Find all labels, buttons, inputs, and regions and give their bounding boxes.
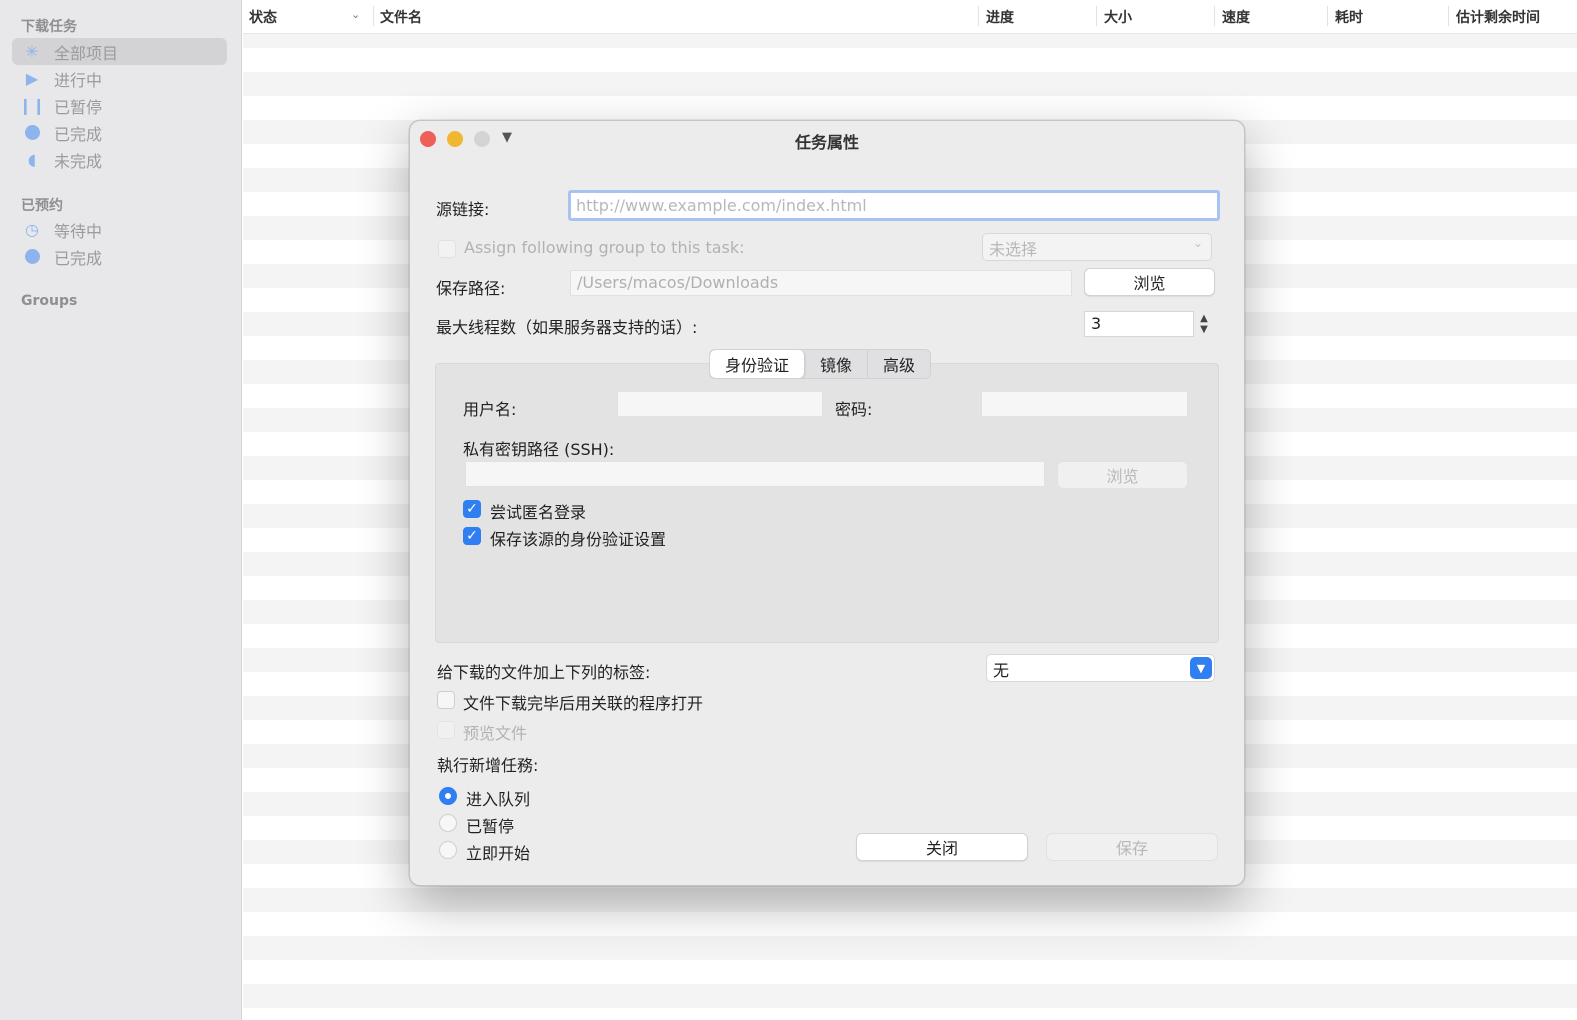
radio-queue[interactable] (439, 787, 457, 805)
column-elapsed[interactable]: 耗时 (1335, 7, 1363, 27)
play-icon: ▶ (25, 69, 39, 88)
column-progress[interactable]: 进度 (986, 7, 1014, 27)
sidebar-item-label: 已暂停 (54, 97, 103, 117)
radio-paused[interactable] (439, 814, 457, 832)
save-auth-label: 保存该源的身份验证设置 (490, 530, 667, 549)
column-speed[interactable]: 速度 (1222, 7, 1250, 27)
sidebar-item-label: 未完成 (54, 151, 103, 171)
tab-advanced[interactable]: 高级 (868, 350, 930, 378)
radio-start-now[interactable] (439, 841, 457, 859)
close-button[interactable]: 关闭 (856, 833, 1028, 861)
exec-new-label: 執行新增任務: (437, 756, 539, 775)
pause-icon: ❙❙ (18, 96, 46, 115)
browse-button[interactable]: 浏览 (1084, 268, 1215, 296)
save-auth-checkbox[interactable]: ✓ (463, 527, 481, 545)
sidebar-item-label: 进行中 (54, 70, 103, 90)
column-header: 状态 ⌄ 文件名 进度 大小 速度 耗时 估计剩余时间 (243, 0, 1577, 34)
sidebar-item-all[interactable]: ✳ 全部项目 (12, 38, 227, 65)
ssh-key-input[interactable] (465, 461, 1045, 487)
radio-paused-label: 已暂停 (466, 817, 515, 836)
dialog-title: 任务属性 (794, 133, 859, 152)
column-size[interactable]: 大小 (1104, 7, 1132, 27)
column-filename[interactable]: 文件名 (380, 7, 422, 27)
sidebar-item-label: 全部项目 (54, 43, 119, 63)
save-path-field[interactable]: /Users/macos/Downloads (570, 270, 1072, 296)
radio-start-now-label: 立即开始 (466, 844, 531, 863)
max-threads-stepper[interactable]: ▲ ▼ (1196, 311, 1212, 337)
source-link-label: 源链接: (436, 200, 490, 219)
ssh-browse-button[interactable]: 浏览 (1057, 461, 1188, 489)
moon-icon: ◖ (27, 150, 37, 169)
tag-select[interactable]: 无 ▼ (986, 654, 1215, 682)
column-divider (978, 6, 979, 26)
dialog-titlebar[interactable]: ▼ 任务属性 (410, 121, 1244, 157)
clock-icon: ◷ (25, 220, 39, 239)
sidebar-item-waiting[interactable]: ◷ 等待中 (12, 216, 227, 243)
column-remaining[interactable]: 估计剩余时间 (1456, 7, 1540, 27)
tag-label: 给下载的文件加上下列的标签: (437, 663, 651, 682)
column-status[interactable]: 状态 (249, 7, 277, 27)
column-divider (1448, 6, 1449, 26)
column-divider (1096, 6, 1097, 26)
max-threads-input[interactable]: 3 (1084, 311, 1194, 337)
sidebar-section-scheduled: 已预约 (21, 198, 63, 214)
sidebar-section-downloads: 下载任务 (21, 19, 77, 35)
anon-login-checkbox[interactable]: ✓ (463, 500, 481, 518)
group-select[interactable]: 未选择 ⌄ (982, 233, 1212, 261)
chevron-down-icon: ▼ (1190, 657, 1212, 679)
circle-icon (22, 247, 42, 267)
sidebar: 下载任务 ✳ 全部项目 ▶ 进行中 ❙❙ 已暂停 已完成 ◖ 未完成 已预约 ◷… (0, 0, 242, 1020)
sidebar-item-scheduled-completed[interactable]: 已完成 (12, 243, 227, 270)
password-label: 密码: (835, 400, 873, 419)
tab-authentication[interactable]: 身份验证 (710, 350, 806, 378)
password-input[interactable] (981, 391, 1188, 417)
group-select-value: 未选择 (989, 240, 1038, 259)
sidebar-item-paused[interactable]: ❙❙ 已暂停 (12, 92, 227, 119)
sidebar-item-label: 等待中 (54, 221, 103, 241)
save-path-label: 保存路径: (436, 279, 506, 298)
sidebar-item-completed[interactable]: 已完成 (12, 119, 227, 146)
assign-group-label: Assign following group to this task: (464, 238, 745, 257)
preview-checkbox[interactable] (437, 721, 455, 739)
sidebar-item-in-progress[interactable]: ▶ 进行中 (12, 65, 227, 92)
circle-icon (22, 123, 42, 143)
sidebar-item-label: 已完成 (54, 124, 103, 144)
sidebar-item-incomplete[interactable]: ◖ 未完成 (12, 146, 227, 173)
column-divider (373, 6, 374, 26)
max-threads-label: 最大线程数（如果服务器支持的话）: (436, 318, 698, 337)
task-properties-dialog: ▼ 任务属性 源链接: Assign following group to th… (409, 120, 1245, 886)
username-input[interactable] (617, 391, 823, 417)
ssh-key-label: 私有密钥路径 (SSH): (463, 440, 615, 459)
sidebar-item-label: 已完成 (54, 248, 103, 268)
asterisk-icon: ✳ (25, 42, 39, 61)
sidebar-section-groups: Groups (21, 293, 78, 309)
open-after-checkbox[interactable] (437, 691, 455, 709)
chevron-down-icon[interactable]: ⌄ (351, 8, 360, 21)
open-after-label: 文件下载完毕后用关联的程序打开 (463, 694, 704, 713)
username-label: 用户名: (463, 400, 517, 419)
column-divider (1214, 6, 1215, 26)
radio-queue-label: 进入队列 (466, 790, 531, 809)
tag-select-value: 无 (993, 661, 1010, 680)
anon-login-label: 尝试匿名登录 (490, 503, 587, 522)
chevron-down-icon: ⌄ (1192, 236, 1203, 250)
tab-mirror[interactable]: 镜像 (805, 350, 869, 378)
assign-group-checkbox[interactable] (438, 240, 456, 258)
save-button[interactable]: 保存 (1046, 833, 1218, 861)
source-link-input[interactable] (568, 190, 1220, 221)
preview-label: 预览文件 (463, 724, 528, 743)
column-divider (1327, 6, 1328, 26)
tab-bar: 身份验证 镜像 高级 (709, 349, 932, 379)
